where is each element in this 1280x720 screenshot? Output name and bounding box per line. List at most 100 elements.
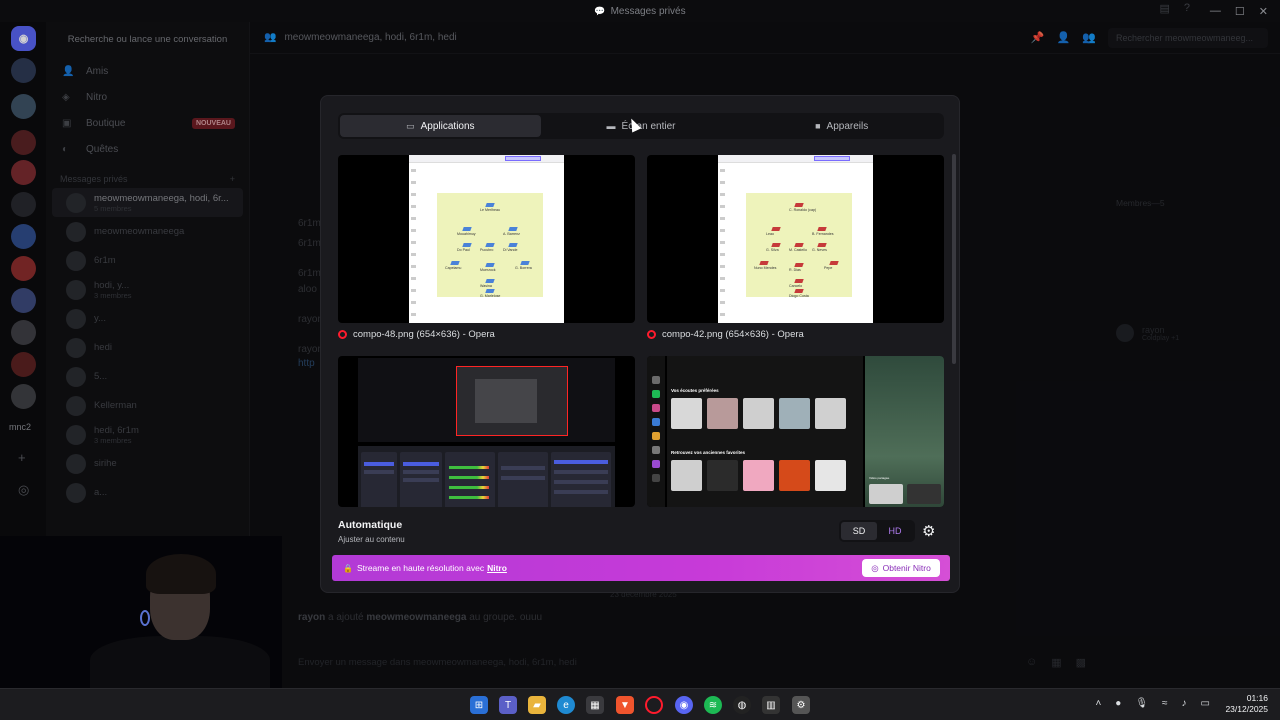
- get-nitro-label: Obtenir Nitro: [882, 563, 931, 573]
- player-name: G. Neves: [812, 248, 827, 252]
- minimize-button[interactable]: —: [1210, 5, 1221, 17]
- player-name: R. Dias: [789, 268, 801, 272]
- player-marker: [450, 261, 460, 265]
- browser-toolbar: [718, 155, 873, 163]
- tab-entire-screen[interactable]: ▬ Écran entier: [541, 115, 742, 137]
- resolution-toggle: SD HD: [839, 520, 915, 542]
- player-marker: [794, 263, 804, 267]
- player-marker: [794, 203, 804, 207]
- clock[interactable]: 01:16 23/12/2025: [1225, 693, 1268, 715]
- spotify-now-playing: Vidéo partagée: [865, 356, 944, 507]
- source-grid: Le Merlheau Mouahimuy A. Barrenz Do Paul Puc…: [338, 155, 944, 507]
- player-marker: [485, 203, 495, 207]
- player-marker: [520, 261, 530, 265]
- player-marker: [485, 289, 495, 293]
- discord-icon[interactable]: ◉: [675, 696, 693, 714]
- chevron-up-icon[interactable]: ˄: [1095, 698, 1101, 709]
- nitro-icon: ◎: [871, 562, 879, 573]
- camera-icon: ■: [815, 121, 821, 131]
- code-icon[interactable]: ▥: [762, 696, 780, 714]
- player-marker: [462, 227, 472, 231]
- player-marker: [508, 227, 518, 231]
- obs-docks: [358, 446, 615, 507]
- obs-scene: [475, 379, 537, 423]
- tray-app-icon[interactable]: ●: [1115, 698, 1121, 709]
- player-name: Muerzock: [480, 268, 496, 272]
- player-name: C. Ronaldo (cap): [789, 208, 817, 212]
- source-title: compo-48.png (654×636) - Opera: [353, 329, 495, 340]
- help-icon[interactable]: ?: [1184, 2, 1190, 15]
- player-name: G. Marlelose: [480, 294, 501, 298]
- tab-label: Applications: [420, 120, 475, 132]
- files-icon[interactable]: ▰: [528, 696, 546, 714]
- player-name: Diogo Costa: [789, 294, 809, 298]
- lineup-page: Le Merlheau Mouahimuy A. Barrenz Do Paul Puc…: [409, 155, 564, 323]
- brave-icon[interactable]: ▼: [616, 696, 634, 714]
- player-name: Le Merlheau: [480, 208, 500, 212]
- opera-icon: [338, 330, 347, 339]
- start-icon[interactable]: ⊞: [470, 696, 488, 714]
- lineup-field: Le Merlheau Mouahimuy A. Barrenz Do Paul Puc…: [437, 193, 543, 298]
- player-marker: [485, 263, 495, 267]
- title-bar: 💬 Messages privés ▤ ? — ☐ ✕: [0, 0, 1280, 22]
- player-marker: [829, 261, 839, 265]
- player-name: M. Castello: [789, 248, 807, 252]
- obs-mixer-panel: [445, 452, 495, 507]
- store-icon[interactable]: ▦: [586, 696, 604, 714]
- quality-title: Automatique: [338, 519, 403, 531]
- source-tile[interactable]: Le Merlheau Mouahimuy A. Barrenz Do Paul Puc…: [338, 155, 635, 340]
- nitro-upsell-text: Streame en haute résolution avec: [356, 563, 485, 573]
- system-tray: ˄ ● 🎙 ≈ ♪ ▭: [1095, 698, 1210, 709]
- inbox-icon[interactable]: ▤: [1159, 2, 1169, 15]
- tab-applications[interactable]: ▭ Applications: [340, 115, 541, 137]
- maximize-button[interactable]: ☐: [1235, 5, 1245, 18]
- lineup-field: C. Ronaldo (cap) Leao B. Fernandes G. Silva…: [746, 193, 852, 298]
- opera-icon: [647, 330, 656, 339]
- edge-icon[interactable]: e: [557, 696, 575, 714]
- teams-icon[interactable]: T: [499, 696, 517, 714]
- gear-icon[interactable]: ⚙: [922, 522, 935, 540]
- obs-transitions-panel: [498, 452, 548, 507]
- hd-option[interactable]: HD: [877, 522, 913, 540]
- source-preview: C. Ronaldo (cap) Leao B. Fernandes G. Silva…: [647, 155, 944, 323]
- tab-devices[interactable]: ■ Appareils: [741, 115, 942, 137]
- source-title: compo-42.png (654×636) - Opera: [662, 329, 804, 340]
- volume-icon[interactable]: ♪: [1182, 698, 1187, 709]
- quality-subtitle: Ajuster au contenu: [338, 535, 405, 544]
- player-name: Wasina: [480, 284, 492, 288]
- source-preview: [338, 356, 635, 507]
- title-tools: ▤ ?: [1159, 2, 1190, 15]
- player-name: Cancelo: [789, 284, 803, 288]
- get-nitro-button[interactable]: ◎ Obtenir Nitro: [862, 559, 940, 577]
- taskbar: ⊞ T ▰ e ▦ ▼ ◉ ≋ ◍ ▥ ⚙ ˄ ● 🎙 ≈ ♪ ▭ 01:16 …: [0, 688, 1280, 720]
- sd-option[interactable]: SD: [841, 522, 877, 540]
- player-marker: [817, 243, 827, 247]
- nitro-link[interactable]: Nitro: [487, 563, 507, 573]
- nitro-upsell-bar: 🔒 Streame en haute résolution avec Nitro…: [332, 555, 950, 581]
- close-window-button[interactable]: ✕: [1259, 5, 1268, 18]
- source-scrollbar[interactable]: [952, 154, 956, 364]
- player-name: B. Fernandes: [812, 232, 834, 236]
- opera-icon[interactable]: [645, 696, 663, 714]
- obs-preview: [358, 358, 615, 442]
- steam-icon[interactable]: ◍: [733, 696, 751, 714]
- tab-label: Appareils: [826, 120, 869, 132]
- player-marker: [794, 289, 804, 293]
- settings-icon[interactable]: ⚙: [792, 696, 810, 714]
- player-marker: [771, 227, 781, 231]
- source-tile[interactable]: C. Ronaldo (cap) Leao B. Fernandes G. Silva…: [647, 155, 944, 340]
- source-tile[interactable]: [338, 356, 635, 507]
- player-marker: [794, 279, 804, 283]
- player-marker: [759, 261, 769, 265]
- player-name: Di Vande: [503, 248, 518, 252]
- source-tile[interactable]: Vos écoutes préférées Retrouvez vos anci…: [647, 356, 944, 507]
- source-tabs: ▭ Applications ▬ Écran entier ■ Appareil…: [338, 113, 944, 139]
- player-name: Nuno Mendes: [754, 266, 777, 270]
- microphone-icon[interactable]: 🎙: [1135, 698, 1148, 709]
- player-marker: [462, 243, 472, 247]
- clock-time: 01:16: [1246, 693, 1268, 703]
- wifi-icon[interactable]: ≈: [1162, 698, 1168, 709]
- battery-icon[interactable]: ▭: [1201, 698, 1210, 709]
- spotify-icon[interactable]: ≋: [704, 696, 722, 714]
- source-caption: compo-48.png (654×636) - Opera: [338, 329, 635, 340]
